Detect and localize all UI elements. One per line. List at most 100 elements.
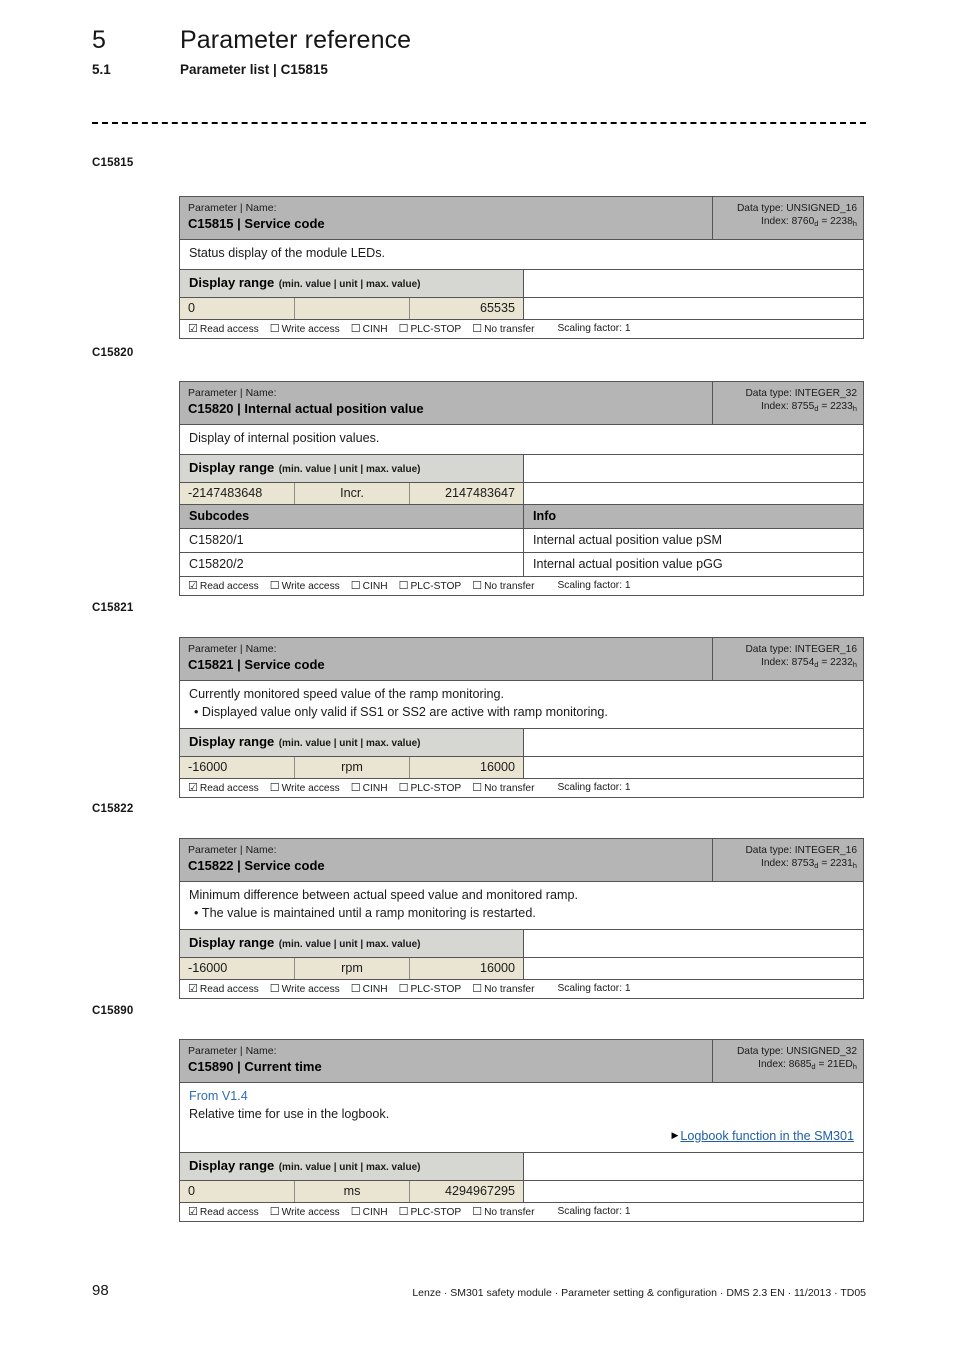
access-no-transfer-label: No transfer xyxy=(484,580,535,592)
access-cinh: ☐ CINH xyxy=(351,982,388,995)
access-no-transfer: ☐ No transfer xyxy=(472,982,534,995)
data-type: Data type: INTEGER_16 xyxy=(745,845,857,856)
access-cinh: ☐ CINH xyxy=(351,781,388,794)
access-read-label: Read access xyxy=(199,580,259,592)
description-bullet: The value is maintained until a ramp mon… xyxy=(189,905,854,923)
display-range-hint: (min. value | unit | max. value) xyxy=(278,938,421,950)
display-range-header-row: Display range (min. value | unit | max. … xyxy=(180,1152,863,1181)
page-header: 5 Parameter reference 5.1 Parameter list… xyxy=(92,26,872,77)
checkbox-icon: ☐ xyxy=(472,982,483,995)
description-bullet: Displayed value only valid if SS1 or SS2… xyxy=(189,704,854,722)
subcodes-column-header: Subcodes xyxy=(180,504,524,528)
access-plc-stop-label: PLC-STOP xyxy=(410,580,462,592)
margin-code-label: C15821 xyxy=(92,602,134,614)
triangle-right-icon: ▶ xyxy=(671,1130,679,1141)
parameter-name-cell: Parameter | Name: C15822 | Service code xyxy=(180,839,713,882)
access-plc-stop: ☐ PLC-STOP xyxy=(399,781,462,794)
margin-code-label: C15815 xyxy=(92,157,134,169)
parameter-header-row: Parameter | Name: C15815 | Service code Da… xyxy=(180,197,863,241)
index-value: Index: 8760d = 2238h xyxy=(761,216,857,229)
checkbox-icon: ☐ xyxy=(472,579,483,592)
access-no-transfer-label: No transfer xyxy=(484,1206,535,1218)
access-write: ☐ Write access xyxy=(270,322,340,335)
display-range-min: -2147483648 xyxy=(180,482,295,504)
subcode-row: C15820/1 Internal actual position value p… xyxy=(180,528,863,553)
display-range-hint: (min. value | unit | max. value) xyxy=(278,737,421,749)
display-range-min: 0 xyxy=(180,1180,295,1202)
access-plc-stop: ☐ PLC-STOP xyxy=(399,579,462,592)
parameter-name: C15890 | Current time xyxy=(188,1059,322,1075)
access-no-transfer-label: No transfer xyxy=(484,323,535,335)
display-range-header-row: Display range (min. value | unit | max. … xyxy=(180,929,863,958)
data-type: Data type: UNSIGNED_32 xyxy=(736,1046,857,1057)
description-text: Status display of the module LEDs. xyxy=(189,246,386,261)
display-range-values-filler xyxy=(524,482,863,504)
access-write-label: Write access xyxy=(281,323,340,335)
access-write: ☐ Write access xyxy=(270,1205,340,1218)
checkbox-icon: ☐ xyxy=(269,322,280,335)
checkbox-icon: ☐ xyxy=(350,781,361,794)
parameter-description: Display of internal position values. xyxy=(180,425,863,455)
parameter-table: Parameter | Name: C15821 | Service code Da… xyxy=(179,637,864,798)
checkbox-icon: ☐ xyxy=(269,1205,280,1218)
parameter-meta-cell: Data type: INTEGER_32 Index: 8755d = 2233… xyxy=(713,382,863,424)
access-row: ☑ Read access ☐ Write access ☐ CINH ☐ PLC-STOP ☐… xyxy=(180,1202,863,1221)
access-no-transfer-label: No transfer xyxy=(484,782,535,794)
description-text: Currently monitored speed value of the r… xyxy=(189,687,505,702)
display-range-header: Display range (min. value | unit | max. … xyxy=(180,269,524,297)
parameter-name: C15821 | Service code xyxy=(188,657,325,673)
access-plc-stop-label: PLC-STOP xyxy=(410,1206,462,1218)
display-range-values-row: 0 ms 4294967295 xyxy=(180,1180,863,1203)
section-title: Parameter list | C15815 xyxy=(180,62,328,77)
access-cinh-label: CINH xyxy=(362,1206,388,1218)
checkbox-icon: ☑ xyxy=(188,781,198,794)
access-write-label: Write access xyxy=(281,782,340,794)
parameter-header-row: Parameter | Name: C15821 | Service code Da… xyxy=(180,638,863,682)
access-write: ☐ Write access xyxy=(270,781,340,794)
parameter-table: Parameter | Name: C15890 | Current time Da… xyxy=(179,1039,864,1222)
checkbox-icon: ☐ xyxy=(398,1205,409,1218)
display-range-min: 0 xyxy=(180,297,295,319)
access-cinh: ☐ CINH xyxy=(351,579,388,592)
access-cinh: ☐ CINH xyxy=(351,1205,388,1218)
checkbox-icon: ☐ xyxy=(350,1205,361,1218)
access-read: ☑ Read access xyxy=(188,1205,259,1218)
parameter-table: Parameter | Name: C15820 | Internal actua… xyxy=(179,381,864,596)
parameter-name-kicker: Parameter | Name: xyxy=(188,643,277,655)
parameter-name: C15815 | Service code xyxy=(188,216,325,232)
access-cinh-label: CINH xyxy=(362,580,388,592)
scaling-factor: Scaling factor: 1 xyxy=(557,1205,631,1217)
parameter-description: From V1.4 Relative time for use in the lo… xyxy=(180,1083,863,1153)
access-write-label: Write access xyxy=(281,1206,340,1218)
access-read: ☑ Read access xyxy=(188,579,259,592)
display-range-header-filler xyxy=(524,454,863,482)
version-note: From V1.4 xyxy=(189,1089,248,1104)
checkbox-icon: ☑ xyxy=(188,579,198,592)
access-read-label: Read access xyxy=(199,782,259,794)
display-range-title: Display range xyxy=(189,1157,275,1173)
parameter-table: Parameter | Name: C15822 | Service code Da… xyxy=(179,838,864,999)
access-write: ☐ Write access xyxy=(270,579,340,592)
display-range-values-filler xyxy=(524,756,863,778)
cross-reference-link[interactable]: Logbook function in the SM301 xyxy=(680,1129,854,1143)
checkbox-icon: ☐ xyxy=(398,322,409,335)
access-plc-stop: ☐ PLC-STOP xyxy=(399,982,462,995)
access-cinh-label: CINH xyxy=(362,983,388,995)
access-plc-stop: ☐ PLC-STOP xyxy=(399,1205,462,1218)
access-plc-stop: ☐ PLC-STOP xyxy=(399,322,462,335)
access-write: ☐ Write access xyxy=(270,982,340,995)
parameter-name: C15820 | Internal actual position value xyxy=(188,401,424,417)
display-range-header-row: Display range (min. value | unit | max. … xyxy=(180,269,863,298)
data-type: Data type: INTEGER_32 xyxy=(745,388,857,399)
checkbox-icon: ☐ xyxy=(350,982,361,995)
display-range-max: 16000 xyxy=(410,756,524,778)
index-value: Index: 8753d = 2231h xyxy=(761,858,857,871)
checkbox-icon: ☐ xyxy=(269,982,280,995)
access-read-label: Read access xyxy=(199,1206,259,1218)
access-no-transfer: ☐ No transfer xyxy=(472,579,534,592)
section-number: 5.1 xyxy=(92,62,111,77)
description-text: Display of internal position values. xyxy=(189,431,380,446)
scaling-factor: Scaling factor: 1 xyxy=(557,982,631,994)
parameter-name-cell: Parameter | Name: C15820 | Internal actua… xyxy=(180,382,713,425)
cross-reference[interactable]: ▶ Logbook function in the SM301 xyxy=(189,1128,854,1146)
